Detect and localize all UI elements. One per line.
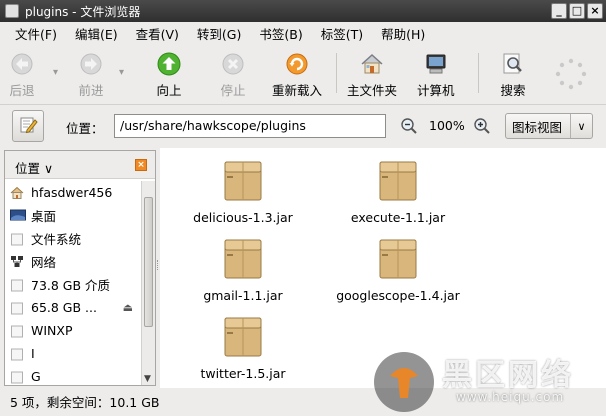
- home-folder-icon: [10, 186, 24, 200]
- sidebar-item-desktop[interactable]: 桌面: [5, 204, 141, 227]
- forward-button[interactable]: 前进: [78, 51, 104, 99]
- folder-icon: [5, 4, 19, 18]
- title-bar: plugins - 文件浏览器 _ □ ×: [0, 0, 606, 22]
- menu-bar: 文件(F) 编辑(E) 查看(V) 转到(G) 书签(B) 标签(T) 帮助(H…: [0, 22, 606, 45]
- stop-icon: [220, 51, 246, 77]
- file-name: execute-1.1.jar: [350, 210, 446, 225]
- file-item[interactable]: delicious-1.3.jar: [168, 158, 318, 225]
- drive-icon: [10, 324, 24, 338]
- throbber-icon: [554, 57, 588, 91]
- computer-button[interactable]: 计算机: [417, 51, 455, 99]
- view-mode-value: 图标视图: [512, 119, 563, 135]
- jar-archive-icon: [224, 239, 262, 279]
- maximize-button[interactable]: □: [569, 3, 585, 19]
- toolbar: 后退 ▾ 前进 ▾ 向上 停止 重新载入 主文件夹 计算机 搜索: [0, 45, 606, 105]
- sidebar: 位置 ∨ × hfasdwer456 桌面 文件系统 网络 73.8 GB 介质…: [4, 150, 156, 386]
- drive-icon: [10, 301, 24, 315]
- close-button[interactable]: ×: [587, 3, 603, 19]
- watermark-url: www.heiqu.com: [456, 390, 565, 404]
- close-icon[interactable]: ×: [135, 159, 147, 171]
- eject-icon[interactable]: ⏏: [123, 301, 133, 314]
- window-title: plugins - 文件浏览器: [25, 4, 141, 19]
- jar-archive-icon: [379, 161, 417, 201]
- toggle-location-edit-button[interactable]: [12, 110, 44, 142]
- minimize-button[interactable]: _: [551, 3, 567, 19]
- watermark: 黑区网络 www.heiqu.com: [370, 348, 606, 416]
- sidebar-item-i[interactable]: I: [5, 342, 141, 365]
- location-path-input[interactable]: /usr/share/hawkscope/plugins: [114, 114, 386, 138]
- zoom-level: 100%: [429, 118, 465, 133]
- file-name: delicious-1.3.jar: [193, 210, 293, 225]
- computer-icon: [423, 51, 449, 77]
- watermark-logo-icon: [374, 352, 434, 412]
- sidebar-item-filesystem[interactable]: 文件系统: [5, 227, 141, 250]
- file-item[interactable]: googlescope-1.4.jar: [323, 236, 473, 303]
- location-bar: 位置： /usr/share/hawkscope/plugins 100% 图标…: [0, 106, 606, 146]
- toolbar-separator: [478, 53, 479, 93]
- menu-file[interactable]: 文件(F): [6, 24, 66, 43]
- jar-archive-icon: [224, 317, 262, 357]
- file-name: twitter-1.5.jar: [200, 366, 286, 381]
- zoom-in-icon[interactable]: [473, 117, 491, 138]
- zoom-out-icon[interactable]: [400, 117, 418, 138]
- back-button[interactable]: 后退: [9, 51, 35, 99]
- sidebar-item-home[interactable]: hfasdwer456: [5, 181, 141, 204]
- sidebar-item-network[interactable]: 网络: [5, 250, 141, 273]
- menu-tabs[interactable]: 标签(T): [312, 24, 372, 43]
- reload-button[interactable]: 重新载入: [272, 51, 322, 99]
- sidebar-header: 位置 ∨ ×: [5, 151, 155, 179]
- arrow-right-icon: [78, 51, 104, 77]
- sidebar-item-volume-73gb[interactable]: 73.8 GB 介质: [5, 273, 141, 296]
- toolbar-separator: [336, 53, 337, 93]
- drive-icon: [10, 278, 24, 292]
- jar-archive-icon: [224, 161, 262, 201]
- pane-resize-handle[interactable]: [157, 260, 159, 270]
- sidebar-item-volume-65gb[interactable]: 65.8 GB ... ⏏: [5, 296, 141, 319]
- scroll-down-icon[interactable]: ▼: [144, 374, 151, 384]
- back-history-chevron-icon[interactable]: ▾: [53, 67, 58, 78]
- drive-icon: [10, 232, 24, 246]
- arrow-left-icon: [9, 51, 35, 77]
- desktop-icon: [10, 209, 26, 223]
- edit-pencil-icon: [18, 115, 38, 138]
- sidebar-scrollbar[interactable]: ▼: [141, 181, 155, 385]
- location-label: 位置：: [66, 121, 104, 136]
- sidebar-type-selector[interactable]: 位置 ∨: [15, 158, 53, 177]
- status-text: 5 项，剩余空间：10.1 GB: [10, 395, 160, 410]
- watermark-text: 黑区网络: [442, 358, 574, 393]
- drive-icon: [10, 370, 24, 384]
- menu-edit[interactable]: 编辑(E): [66, 24, 127, 43]
- file-item[interactable]: twitter-1.5.jar: [168, 314, 318, 381]
- file-name: googlescope-1.4.jar: [336, 288, 460, 303]
- menu-bookmarks[interactable]: 书签(B): [250, 24, 311, 43]
- drive-icon: [10, 347, 24, 361]
- file-name: gmail-1.1.jar: [203, 288, 283, 303]
- home-icon: [359, 51, 385, 77]
- home-folder-button[interactable]: 主文件夹: [347, 51, 397, 99]
- arrow-up-icon: [156, 51, 182, 77]
- jar-archive-icon: [379, 239, 417, 279]
- sidebar-item-winxp[interactable]: WINXP: [5, 319, 141, 342]
- file-item[interactable]: execute-1.1.jar: [323, 158, 473, 225]
- sidebar-item-g[interactable]: G: [5, 365, 141, 388]
- sidebar-list: hfasdwer456 桌面 文件系统 网络 73.8 GB 介质 65.8 G…: [5, 181, 141, 388]
- search-icon: [500, 51, 526, 77]
- menu-go[interactable]: 转到(G): [188, 24, 250, 43]
- stop-button[interactable]: 停止: [220, 51, 246, 99]
- reload-icon: [284, 51, 310, 77]
- up-button[interactable]: 向上: [156, 51, 182, 99]
- file-item[interactable]: gmail-1.1.jar: [168, 236, 318, 303]
- menu-view[interactable]: 查看(V): [127, 24, 188, 43]
- search-button[interactable]: 搜索: [500, 51, 526, 99]
- scrollbar-thumb[interactable]: [144, 197, 153, 327]
- view-mode-select[interactable]: 图标视图 ∨: [505, 113, 593, 139]
- forward-history-chevron-icon[interactable]: ▾: [119, 67, 124, 78]
- menu-help[interactable]: 帮助(H): [372, 24, 434, 43]
- chevron-down-icon: ∨: [570, 114, 592, 138]
- network-icon: [10, 255, 24, 269]
